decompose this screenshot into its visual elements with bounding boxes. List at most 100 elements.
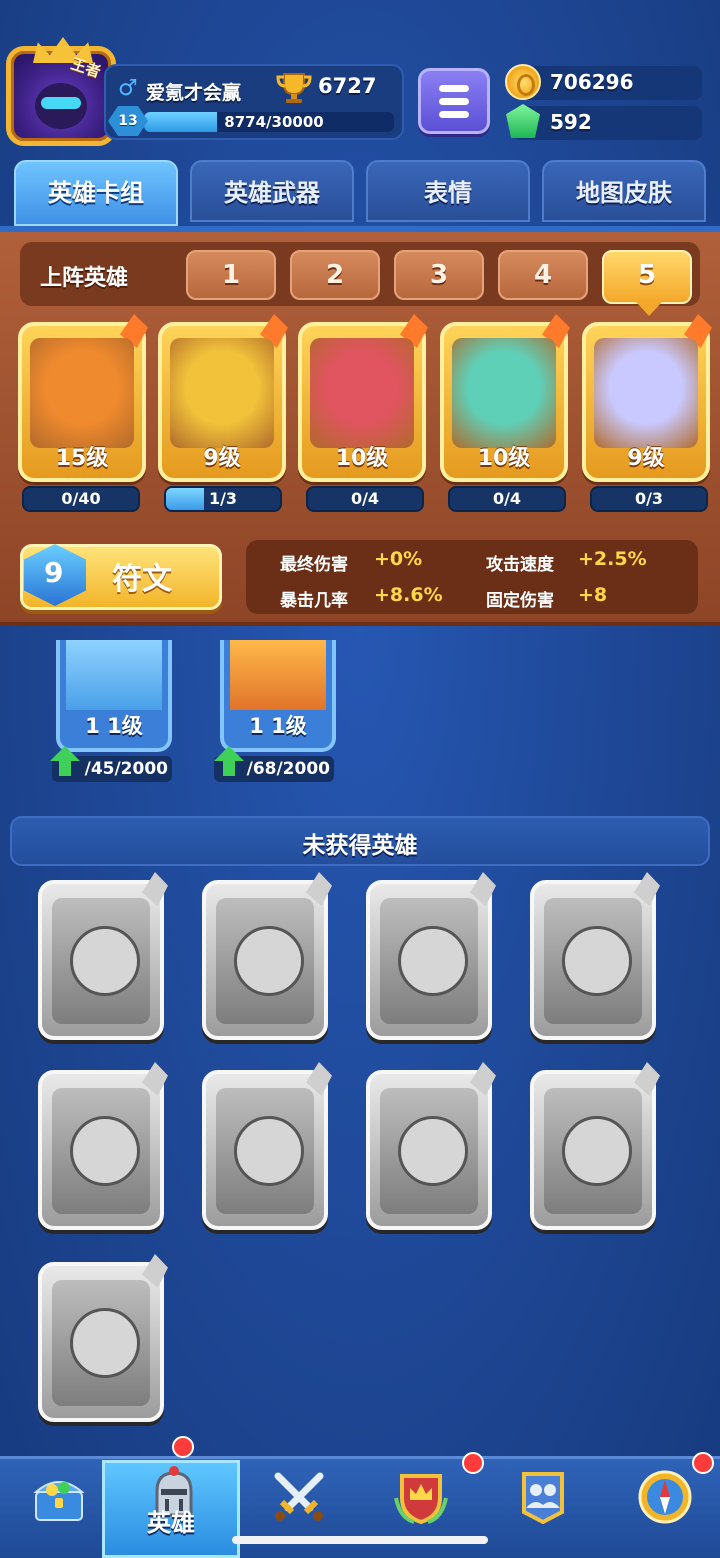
notification-dot [462,1452,484,1474]
tab-emotes[interactable]: 表情 [366,160,530,222]
stat-label: 攻击速度 [486,555,554,575]
locked-hero-card[interactable] [202,872,332,1040]
hero-portrait [52,1280,150,1406]
hero-head [562,926,632,996]
coin-count: 706296 [550,70,634,94]
hero-head [70,926,140,996]
progress-text: 0/4 [350,489,380,508]
player-avatar[interactable]: 王者 [6,37,116,146]
crossed-swords-icon [274,1472,324,1521]
stat-value: +8 [578,584,608,606]
progress-text: 1/3 [208,489,238,508]
stat-value: +2.5% [578,548,647,570]
deck-slot-5[interactable]: 5 [602,250,692,316]
hero-level: 15级 [55,446,109,471]
hero-head [234,926,304,996]
rank-crown-text: 王者 [68,54,103,82]
hero-portrait [544,898,642,1024]
hero-head [70,1116,140,1186]
trophy-count: 6727 [318,74,377,98]
menu-line [439,85,469,92]
compass-icon [638,1470,692,1524]
locked-hero-card[interactable] [38,872,168,1040]
hero-portrait [380,1088,478,1214]
friends-banner-icon [522,1472,564,1525]
hero-head [234,1116,304,1186]
hero-level: 10级 [335,446,389,471]
hero-level: 10级 [477,446,531,471]
hero-head [398,926,468,996]
hero-portrait [544,1088,642,1214]
progress-text: 0/4 [492,489,522,508]
hero-portrait [216,898,314,1024]
menu-line [439,111,469,118]
hero-card-progress: 0/40 [22,486,140,512]
coin-icon [505,64,541,100]
deck-slot-3[interactable]: 3 [394,250,484,300]
hero-portrait [52,898,150,1024]
hero-head [562,1116,632,1186]
rune-label: 符文 [112,562,172,597]
nav-shop[interactable] [0,1460,118,1558]
hero-portrait [380,898,478,1024]
tab-hero-deck[interactable]: 英雄卡组 [14,160,178,226]
hero-portrait [594,338,698,448]
home-indicator [232,1536,488,1544]
player-name: 爱氪才会赢 [146,82,242,104]
hero-level: 9级 [627,446,665,471]
nav-heroes[interactable]: 英雄 [102,1460,240,1558]
avatar-visor [41,97,81,109]
hero-card-progress: 1/3 [164,486,282,512]
locked-hero-card[interactable] [530,1062,660,1230]
stat-label: 最终伤害 [280,555,348,575]
nav-social[interactable] [484,1460,602,1558]
gem-box[interactable] [512,106,702,140]
tab-map-skins[interactable]: 地图皮肤 [542,160,706,222]
locked-section-title: 未获得英雄 [302,833,418,859]
hero-portrait [52,1088,150,1214]
top-header: 王者 ♂ 爱氪才会赢 6727 13 8774/30000 706296 592 [0,0,720,150]
hero-portrait [170,338,274,448]
xp-text: 8774/30000 [224,113,324,131]
deck-hero-card-1[interactable]: 15级 [18,314,148,482]
locked-hero-card[interactable] [38,1254,168,1422]
hero-head [70,1308,140,1378]
treasure-chest-icon [33,1481,85,1521]
hero-level: 1 1级 [85,714,143,738]
locked-hero-card[interactable] [38,1062,168,1230]
owned-hero-card-2[interactable]: 1 1级 [220,640,336,752]
hero-level: 9级 [203,446,241,471]
hero-portrait [30,338,134,448]
deck-slot-4[interactable]: 4 [498,250,588,300]
hero-head [398,1116,468,1186]
owned-hero-card-1[interactable]: 1 1级 [56,640,172,752]
progress-text: 0/3 [634,489,664,508]
stat-label: 暴击几率 [280,591,348,611]
hero-level: 1 1级 [249,714,307,738]
notification-dot [692,1452,714,1474]
hero-portrait [452,338,556,448]
locked-hero-card[interactable] [366,872,496,1040]
crown-shield-icon [394,1474,448,1525]
nav-explore[interactable] [606,1460,720,1558]
hero-card-progress: 0/4 [448,486,566,512]
stat-label: 固定伤害 [486,591,554,611]
hero-portrait [66,640,162,710]
deck-hero-card-3[interactable]: 10级 [298,314,428,482]
notification-dot [172,1436,194,1458]
stat-value: +8.6% [374,584,443,606]
deck-hero-card-5[interactable]: 9级 [582,314,712,482]
tab-hero-weapons[interactable]: 英雄武器 [190,160,354,222]
gem-count: 592 [550,110,592,134]
locked-hero-card[interactable] [202,1062,332,1230]
hero-portrait [230,640,326,710]
deck-slot-1[interactable]: 1 [186,250,276,300]
menu-line [439,98,469,105]
locked-hero-card[interactable] [366,1062,496,1230]
menu-button[interactable] [418,68,490,134]
deck-slot-2[interactable]: 2 [290,250,380,300]
progress-text: 0/40 [61,489,101,508]
locked-hero-card[interactable] [530,872,660,1040]
deck-hero-card-4[interactable]: 10级 [440,314,570,482]
deck-hero-card-2[interactable]: 9级 [158,314,288,482]
